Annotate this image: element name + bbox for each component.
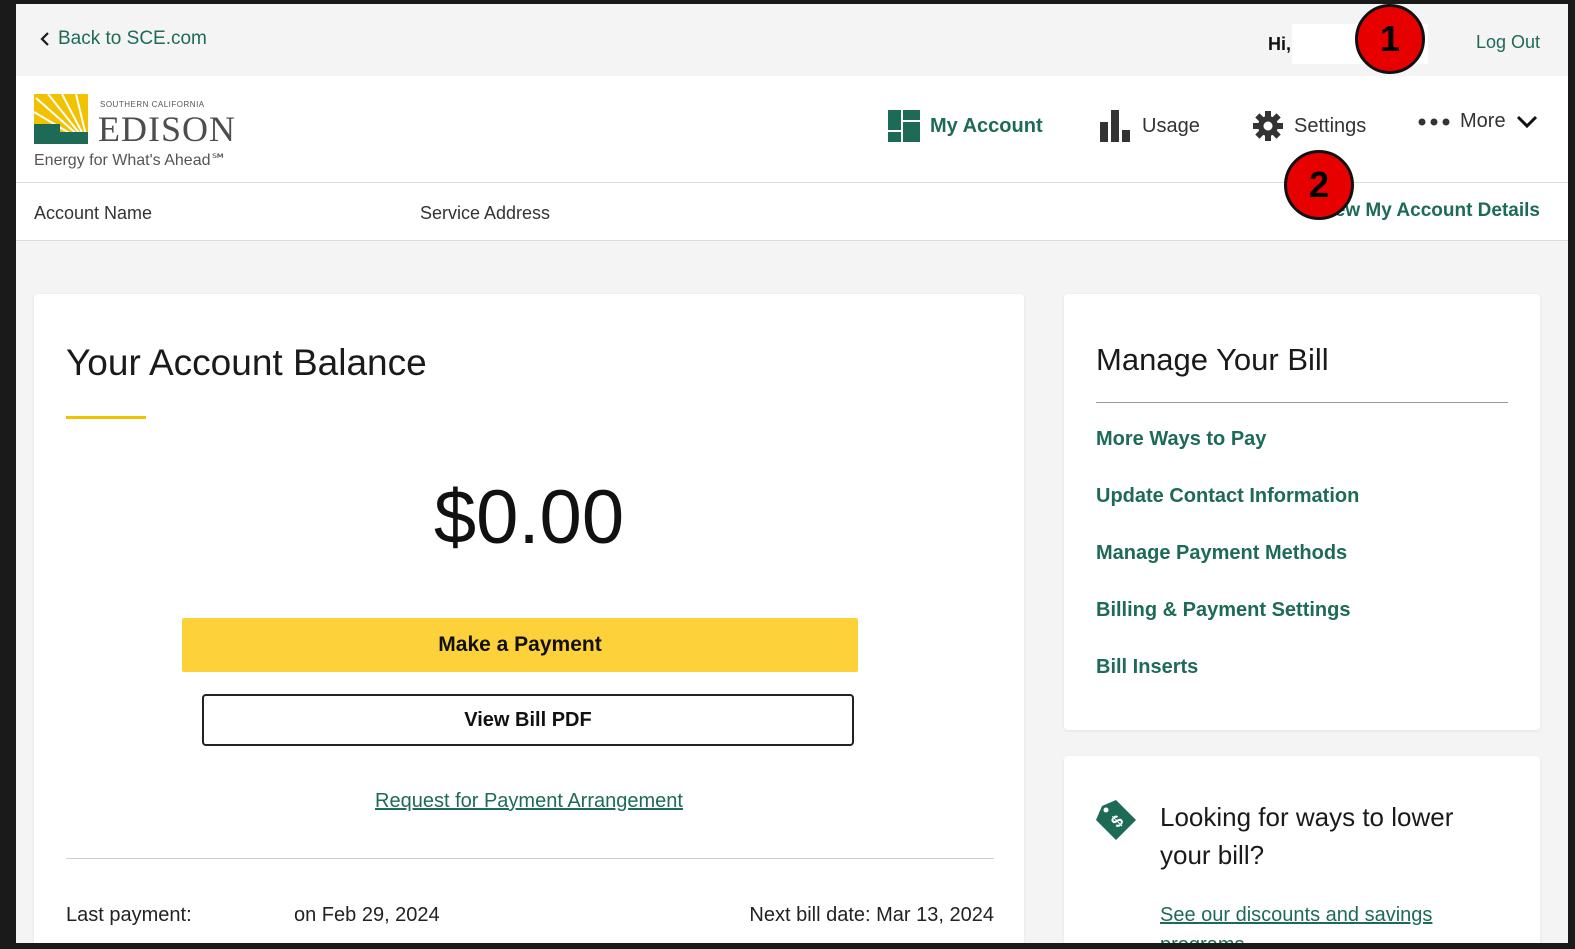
card-divider	[66, 858, 994, 859]
annotation-marker-1: 1	[1355, 4, 1425, 74]
next-bill-date: Next bill date: Mar 13, 2024	[749, 904, 994, 926]
title-accent-underline	[66, 416, 146, 419]
chevron-left-icon	[40, 32, 49, 46]
last-payment-date: on Feb 29, 2024	[294, 904, 440, 926]
account-balance-card: Your Account Balance $0.00 Make a Paymen…	[34, 294, 1024, 943]
more-dots-icon	[1418, 118, 1450, 125]
savings-heading: Looking for ways to lower your bill?	[1160, 802, 1454, 870]
more-ways-to-pay-link[interactable]: More Ways to Pay	[1096, 428, 1359, 485]
logout-link[interactable]: Log Out	[1476, 32, 1540, 53]
service-address-label: Service Address	[420, 203, 551, 223]
last-payment-label: Last payment:	[66, 904, 192, 926]
nav-more[interactable]: More	[1418, 110, 1538, 133]
browser-frame: Back to SCE.com Hi, Log Out SOUTHERN CAL…	[16, 4, 1568, 943]
nav-settings-label: Settings	[1294, 114, 1367, 137]
nav-my-account[interactable]: My Account	[888, 110, 1043, 142]
nav-usage[interactable]: Usage	[1100, 110, 1200, 142]
utility-bar: Back to SCE.com Hi, Log Out	[16, 4, 1568, 76]
balance-amount: $0.00	[433, 475, 625, 560]
bar-chart-icon	[1100, 110, 1130, 142]
manage-links-list: More Ways to Pay Update Contact Informat…	[1096, 428, 1359, 713]
logo-tagline: Energy for What's Ahead℠	[34, 152, 227, 169]
manage-divider	[1096, 402, 1508, 403]
user-greeting: Hi,	[1268, 34, 1292, 54]
bill-inserts-link[interactable]: Bill Inserts	[1096, 656, 1359, 713]
nav-more-label: More	[1460, 110, 1506, 132]
balance-title: Your Account Balance	[66, 342, 427, 383]
dashboard-icon	[888, 110, 920, 142]
billing-payment-settings-link[interactable]: Billing & Payment Settings	[1096, 599, 1359, 656]
payment-arrangement-link[interactable]: Request for Payment Arrangement	[34, 790, 1024, 813]
manage-bill-title: Manage Your Bill	[1096, 342, 1329, 377]
discounts-savings-link[interactable]: See our discounts and savings programs	[1160, 900, 1500, 943]
edison-sun-logo-icon	[34, 94, 88, 144]
back-link-label: Back to SCE.com	[58, 28, 207, 49]
chevron-down-icon	[1516, 115, 1537, 128]
back-to-sce-link[interactable]: Back to SCE.com	[38, 28, 207, 50]
update-contact-info-link[interactable]: Update Contact Information	[1096, 485, 1359, 542]
manage-bill-card: Manage Your Bill More Ways to Pay Update…	[1064, 294, 1540, 730]
price-tag-icon: $	[1096, 800, 1136, 840]
savings-card: $ Looking for ways to lower your bill? S…	[1064, 756, 1540, 943]
annotation-marker-2: 2	[1284, 150, 1354, 220]
manage-payment-methods-link[interactable]: Manage Payment Methods	[1096, 542, 1359, 599]
make-payment-button[interactable]: Make a Payment	[182, 618, 858, 672]
gear-icon	[1253, 111, 1283, 141]
view-account-details-link[interactable]: View My Account Details	[1317, 200, 1540, 222]
account-name-label: Account Name	[34, 203, 153, 223]
logo-brand-text: EDISON	[98, 109, 236, 149]
nav-my-account-label: My Account	[930, 114, 1043, 137]
edison-logo[interactable]: SOUTHERN CALIFORNIA EDISON Energy for Wh…	[34, 94, 274, 174]
nav-usage-label: Usage	[1142, 114, 1200, 137]
view-bill-pdf-button[interactable]: View Bill PDF	[202, 694, 854, 746]
nav-settings[interactable]: Settings	[1252, 110, 1366, 142]
